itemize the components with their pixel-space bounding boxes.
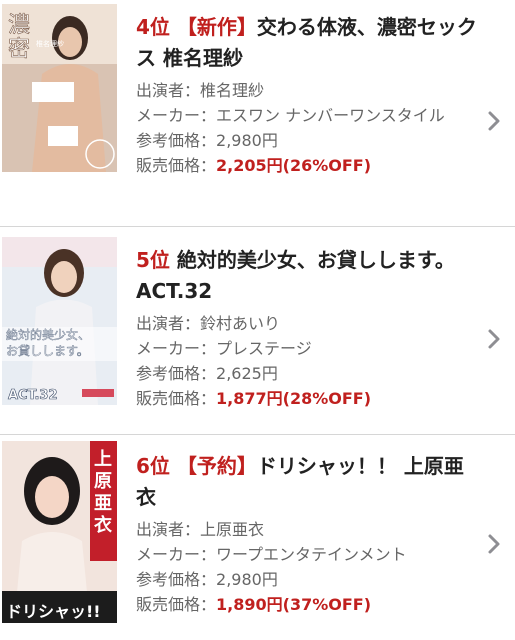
svg-text:亜: 亜	[94, 493, 112, 514]
svg-text:上: 上	[94, 449, 112, 470]
performer-value: 椎名理紗	[200, 81, 265, 100]
tag-label: 【予約】	[176, 454, 257, 478]
tag-label: 【新作】	[176, 15, 257, 39]
performer-label: 出演者：	[136, 520, 201, 539]
ref-price-label: 参考価格：	[136, 364, 217, 383]
performer-row: 出演者：上原亜衣	[136, 517, 481, 542]
item-title[interactable]: 6位 【予約】ドリシャッ！！ 上原亜衣	[136, 451, 481, 513]
ref-price-row: 参考価格：2,980円	[136, 128, 481, 153]
item-title[interactable]: 4位 【新作】交わる体液、濃密セックス 椎名理紗	[136, 12, 481, 74]
sale-price-row: 販売価格：1,890円(37%OFF)	[136, 592, 481, 617]
sale-price-label: 販売価格：	[136, 156, 217, 175]
maker-row: メーカー：ワープエンタテインメント	[136, 542, 481, 567]
product-thumbnail[interactable]: 上 原 亜 衣 ドリシャッ!!	[2, 441, 117, 623]
rank-label: 6位	[136, 454, 170, 478]
product-thumbnail[interactable]: 濃 密 椎名理紗	[2, 4, 117, 172]
svg-text:濃: 濃	[8, 13, 30, 38]
maker-row: メーカー：エスワン ナンバーワンスタイル	[136, 103, 481, 128]
ref-price-value: 2,980円	[216, 131, 278, 150]
chevron-right-icon[interactable]	[487, 110, 501, 132]
maker-value: ワープエンタテインメント	[216, 545, 407, 564]
performer-label: 出演者：	[136, 81, 201, 100]
sale-price-value: 1,877円(28%OFF)	[216, 389, 372, 408]
title-text: 絶対的美少女、お貸しします。 ACT.32	[136, 248, 455, 303]
maker-value: エスワン ナンバーワンスタイル	[216, 106, 445, 125]
rank-label: 4位	[136, 15, 170, 39]
performer-value: 鈴村あいり	[200, 314, 281, 333]
ref-price-value: 2,625円	[216, 364, 278, 383]
maker-label: メーカー：	[136, 545, 217, 564]
item-info: 6位 【予約】ドリシャッ！！ 上原亜衣 出演者：上原亜衣 メーカー：ワープエンタ…	[136, 451, 481, 617]
maker-row: メーカー：プレステージ	[136, 336, 481, 361]
svg-text:密: 密	[8, 37, 30, 62]
maker-label: メーカー：	[136, 339, 217, 358]
svg-text:衣: 衣	[94, 514, 112, 536]
sale-price-row: 販売価格：1,877円(28%OFF)	[136, 386, 481, 411]
maker-value: プレステージ	[216, 339, 312, 358]
sale-price-value: 2,205円(26%OFF)	[216, 156, 372, 175]
sale-price-value: 1,890円(37%OFF)	[216, 595, 372, 614]
maker-label: メーカー：	[136, 106, 217, 125]
chevron-right-icon[interactable]	[487, 533, 501, 555]
performer-row: 出演者：椎名理紗	[136, 78, 481, 103]
rank-label: 5位	[136, 248, 170, 272]
svg-text:椎名理紗: 椎名理紗	[36, 39, 64, 48]
performer-label: 出演者：	[136, 314, 201, 333]
product-thumbnail[interactable]: 絶対的美少女、 お貸しします。 ACT.32	[2, 237, 117, 405]
item-info: 5位 絶対的美少女、お貸しします。 ACT.32 出演者：鈴村あいり メーカー：…	[136, 245, 481, 411]
svg-text:ACT.32: ACT.32	[8, 388, 58, 403]
svg-text:絶対的美少女、: 絶対的美少女、	[6, 327, 90, 342]
list-item[interactable]: 絶対的美少女、 お貸しします。 ACT.32 5位 絶対的美少女、お貸しします。…	[0, 227, 515, 435]
ref-price-row: 参考価格：2,980円	[136, 567, 481, 592]
sale-price-label: 販売価格：	[136, 595, 217, 614]
ranking-list: 濃 密 椎名理紗 4位 【新作】交わる体液、濃密セックス 椎名理紗 出演者：椎名…	[0, 0, 515, 640]
sale-price-label: 販売価格：	[136, 389, 217, 408]
ref-price-value: 2,980円	[216, 570, 278, 589]
svg-text:お貸しします。: お貸しします。	[6, 343, 89, 358]
svg-text:ドリシャッ!!: ドリシャッ!!	[6, 602, 101, 621]
list-item[interactable]: 濃 密 椎名理紗 4位 【新作】交わる体液、濃密セックス 椎名理紗 出演者：椎名…	[0, 0, 515, 227]
list-item[interactable]: 上 原 亜 衣 ドリシャッ!! 6位 【予約】ドリシャッ！！ 上原亜衣 出演者：…	[0, 435, 515, 640]
item-info: 4位 【新作】交わる体液、濃密セックス 椎名理紗 出演者：椎名理紗 メーカー：エ…	[136, 12, 481, 178]
svg-text:原: 原	[94, 471, 112, 492]
performer-value: 上原亜衣	[200, 520, 265, 539]
ref-price-row: 参考価格：2,625円	[136, 361, 481, 386]
chevron-right-icon[interactable]	[487, 328, 501, 350]
sale-price-row: 販売価格：2,205円(26%OFF)	[136, 153, 481, 178]
ref-price-label: 参考価格：	[136, 131, 217, 150]
performer-row: 出演者：鈴村あいり	[136, 311, 481, 336]
ref-price-label: 参考価格：	[136, 570, 217, 589]
item-title[interactable]: 5位 絶対的美少女、お貸しします。 ACT.32	[136, 245, 481, 307]
